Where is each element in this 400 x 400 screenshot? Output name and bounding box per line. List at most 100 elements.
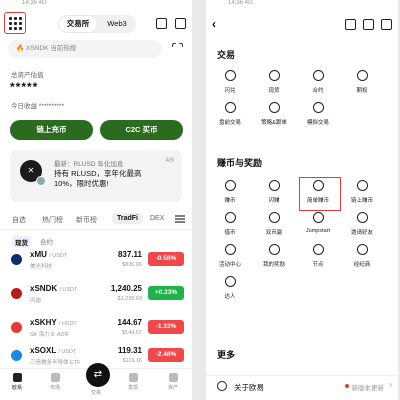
scan-icon[interactable] bbox=[172, 43, 183, 54]
trade-swap-icon[interactable]: ⇄ bbox=[86, 363, 110, 387]
service-influencer[interactable]: 达人 bbox=[210, 276, 250, 310]
usd-price: $836.06 bbox=[122, 262, 142, 268]
nav-assets[interactable]: 资产 bbox=[158, 373, 188, 391]
tab-new[interactable]: 新币榜 bbox=[76, 215, 97, 225]
service-futures[interactable]: 合约 bbox=[298, 70, 338, 104]
pair-symbol: xMU / USDT bbox=[30, 250, 68, 259]
top-bar: 交易所 Web3 bbox=[0, 8, 192, 38]
service-earn[interactable]: 赚币 bbox=[210, 180, 250, 214]
service-onchain-earn[interactable]: 链上赚币 bbox=[342, 180, 382, 214]
tab-exchange[interactable]: 交易所 bbox=[59, 16, 97, 32]
assets-icon bbox=[168, 373, 178, 382]
promo-banner[interactable]: ✕ 最新：RLUSD 年化加息 持有 RLUSD，享年化最高 10%，限时优惠!… bbox=[10, 150, 182, 202]
service-strategy[interactable]: 策略&跟单 bbox=[254, 102, 294, 136]
pair-description: 闪迪 bbox=[30, 298, 42, 304]
subtab-futures[interactable]: 合约 bbox=[40, 236, 53, 246]
settings-icon[interactable] bbox=[381, 19, 392, 30]
last-price: 119.31 bbox=[117, 346, 142, 355]
onchain-deposit-button[interactable]: 链上充币 bbox=[10, 120, 93, 140]
flash-earn-icon bbox=[268, 180, 280, 191]
coin-logo-icon bbox=[11, 254, 22, 265]
loan-icon bbox=[224, 212, 236, 223]
last-price: 144.67 bbox=[117, 318, 142, 327]
last-price: 1,240.25 bbox=[110, 284, 142, 293]
demo-icon bbox=[312, 102, 324, 113]
service-loan[interactable]: 借币 bbox=[210, 212, 250, 246]
service-dual[interactable]: 双币赢 bbox=[254, 212, 294, 246]
gift-icon[interactable] bbox=[156, 18, 167, 29]
service-jumpstart[interactable]: Jumpstart bbox=[298, 212, 338, 246]
nav-discover[interactable]: 发现 bbox=[118, 373, 148, 391]
pair-description: SK 海力士 ADR bbox=[30, 332, 69, 338]
promo-text: 持有 RLUSD，享年化最高 10%，限时优惠! bbox=[54, 169, 142, 188]
onchain-earn-icon bbox=[356, 180, 368, 191]
usd-price: $1,238.69 bbox=[117, 296, 142, 302]
tab-favorites[interactable]: 自选 bbox=[12, 215, 26, 225]
change-badge[interactable]: -2.48% bbox=[148, 348, 184, 362]
earn-icon bbox=[224, 180, 236, 191]
status-bar: 14:36 4G bbox=[22, 0, 47, 6]
nav-market[interactable]: 市场 bbox=[40, 373, 70, 391]
service-broker[interactable]: 经纪商 bbox=[342, 244, 382, 278]
events-icon bbox=[224, 244, 236, 255]
jumpstart-icon bbox=[312, 212, 324, 223]
pair-description: 美光科技 bbox=[30, 264, 53, 270]
services-screen: 14:36 4G ‹ 交易 闪兑 现货 合约 期权 盘前交易 策略&跟单 模拟交易 赚币与奖… bbox=[206, 0, 398, 400]
menu-icon[interactable] bbox=[174, 214, 186, 224]
subtab-spot[interactable]: 现货 bbox=[12, 236, 31, 248]
service-spot[interactable]: 现货 bbox=[254, 70, 294, 104]
tab-tradfi[interactable]: TradFi bbox=[112, 213, 144, 224]
search-input[interactable]: 🔥 XSNDK 当前热搜 bbox=[8, 40, 162, 58]
c2c-buy-button[interactable]: C2C 买币 bbox=[100, 120, 183, 140]
nav-trade[interactable]: 交易 bbox=[81, 389, 111, 396]
service-options[interactable]: 期权 bbox=[342, 70, 382, 104]
about-row[interactable]: 关于欧易 新版本更新 › bbox=[206, 375, 398, 397]
service-flash-earn[interactable]: 闪赚 bbox=[254, 180, 294, 214]
home-icon bbox=[12, 373, 22, 382]
change-badge[interactable]: -0.58% bbox=[148, 252, 184, 266]
service-premarket[interactable]: 盘前交易 bbox=[210, 102, 250, 136]
promo-page-indicator: 4/9 bbox=[165, 158, 174, 164]
pair-symbol: xSKHY / USDT bbox=[30, 318, 77, 327]
total-asset-label: 总资产估值 bbox=[11, 72, 44, 79]
market-tabs: 自选 热门榜 新币榜 TradFi DEX bbox=[0, 210, 192, 230]
dual-icon bbox=[268, 212, 280, 223]
update-dot-icon bbox=[345, 384, 349, 388]
pair-symbol: xSNDK / USDT bbox=[30, 284, 78, 293]
mode-switch: 交易所 Web3 bbox=[58, 15, 136, 33]
broker-icon bbox=[356, 244, 368, 255]
service-convert[interactable]: 闪兑 bbox=[210, 70, 250, 104]
market-row[interactable]: xSNDK / USDT 闪迪 1,240.25 $1,238.69 +0.23% bbox=[0, 282, 192, 310]
coin-logo-icon bbox=[11, 350, 22, 361]
apps-grid-button[interactable] bbox=[4, 12, 26, 34]
services-header-icons bbox=[345, 19, 392, 30]
market-row[interactable]: xSKHY / USDT SK 海力士 ADR 144.67 $144.67 -1.33… bbox=[0, 316, 192, 344]
coin-badge-icon bbox=[36, 176, 46, 186]
usd-price: $119.16 bbox=[122, 358, 142, 364]
headset-icon[interactable] bbox=[345, 19, 356, 30]
tab-dex[interactable]: DEX bbox=[150, 215, 164, 222]
invite-icon bbox=[356, 212, 368, 223]
market-row[interactable]: xMU / USDT 美光科技 837.11 $836.06 -0.58% bbox=[0, 248, 192, 276]
bottom-nav: 欧易 市场 交易 ⇄ 发现 资产 bbox=[0, 363, 192, 400]
coin-logo-icon bbox=[11, 322, 22, 333]
convert-icon bbox=[224, 70, 236, 81]
service-nodes[interactable]: 节点 bbox=[298, 244, 338, 278]
services-top-bar: ‹ bbox=[206, 8, 398, 38]
home-screen: 14:36 4G 交易所 Web3 🔥 XSNDK 当前热搜 总资产估值 ****… bbox=[0, 0, 192, 400]
tab-web3[interactable]: Web3 bbox=[98, 15, 136, 33]
service-demo[interactable]: 模拟交易 bbox=[298, 102, 338, 136]
change-badge[interactable]: -1.33% bbox=[148, 320, 184, 334]
service-events[interactable]: 活动中心 bbox=[210, 244, 250, 278]
back-icon[interactable]: ‹ bbox=[212, 17, 216, 31]
wallet-icon[interactable] bbox=[175, 18, 186, 29]
scan-icon[interactable] bbox=[363, 19, 374, 30]
change-badge[interactable]: +0.23% bbox=[148, 286, 184, 300]
section-trade: 交易 bbox=[217, 50, 236, 60]
nav-home[interactable]: 欧易 bbox=[2, 373, 32, 391]
service-invite[interactable]: 邀请好友 bbox=[342, 212, 382, 246]
tab-hot[interactable]: 热门榜 bbox=[42, 215, 63, 225]
promo-title: 最新：RLUSD 年化加息 bbox=[54, 161, 124, 168]
service-rewards[interactable]: 我的奖励 bbox=[254, 244, 294, 278]
pair-description: 三倍做多半导体 ETF bbox=[30, 360, 81, 366]
